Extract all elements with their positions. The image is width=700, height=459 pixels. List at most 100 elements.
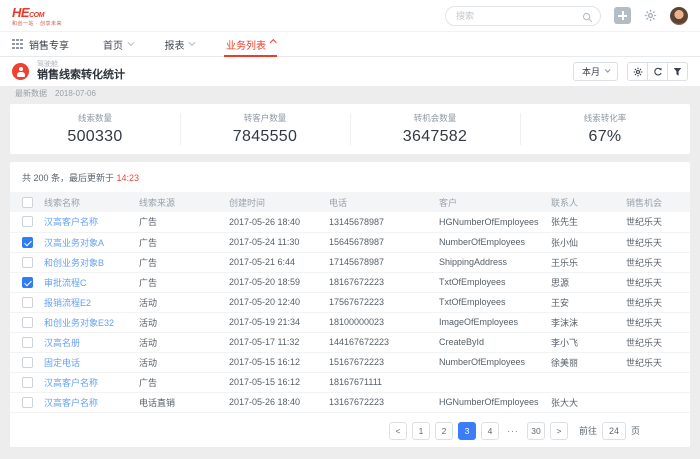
page-button-4[interactable]: 4 xyxy=(481,422,499,440)
tab-home[interactable]: 首页 xyxy=(101,32,135,56)
row-checkbox[interactable] xyxy=(22,237,33,248)
meta-strip: 最新数据 2018-07-06 xyxy=(0,86,700,101)
row-checkbox[interactable] xyxy=(22,357,33,368)
logo-text: HECOM xyxy=(12,5,62,21)
filter-button[interactable] xyxy=(667,62,688,81)
lead-name-link[interactable]: 固定电话 xyxy=(44,358,80,368)
contact-name: 李沫沫 xyxy=(551,318,578,328)
page-title-block: 驾驶舱 销售线索转化统计 xyxy=(12,61,125,82)
created-time: 2017-05-26 18:40 xyxy=(229,217,300,227)
pagination-pages: <1234 ··· 30 > xyxy=(389,422,568,440)
created-time: 2017-05-19 21:34 xyxy=(229,317,300,327)
row-checkbox[interactable] xyxy=(22,337,33,348)
global-search xyxy=(445,6,601,26)
column-header: 销售机会 xyxy=(622,192,690,212)
created-time: 2017-05-21 6:44 xyxy=(229,257,295,267)
table-row: 汉高客户名称电话直销2017-05-26 18:4013167672223HGN… xyxy=(10,392,690,412)
customer-name: NumberOfEmployees xyxy=(439,357,525,367)
lead-name-link[interactable]: 汉高客户名称 xyxy=(44,398,98,408)
period-dropdown[interactable]: 本月 xyxy=(573,62,618,81)
lead-source: 广告 xyxy=(139,278,157,288)
page-body: 线索数量500330转客户数量7845550转机会数量3647582线索转化率6… xyxy=(0,104,700,447)
lead-name-link[interactable]: 报销流程E2 xyxy=(44,298,91,308)
last-updated-time: 14:23 xyxy=(117,173,140,183)
row-checkbox[interactable] xyxy=(22,257,33,268)
settings-gear-button[interactable] xyxy=(644,9,657,22)
tab-business-list[interactable]: 业务列表 xyxy=(224,32,278,56)
row-checkbox[interactable] xyxy=(22,277,33,288)
table-header-row: 线索名称线索来源创建时间电话客户联系人销售机会 xyxy=(10,192,690,212)
tab-label: 业务列表 xyxy=(226,37,266,52)
sales-opportunity: 世纪乐天 xyxy=(626,338,662,348)
kpi-conversion-rate: 线索转化率67% xyxy=(520,104,690,154)
select-all-checkbox[interactable] xyxy=(22,197,33,208)
lead-name-link[interactable]: 汉高客户名称 xyxy=(44,378,98,388)
column-header: 线索来源 xyxy=(135,192,225,212)
lead-name-link[interactable]: 和创业务对象B xyxy=(44,258,104,268)
contact-name: 张先生 xyxy=(551,217,578,227)
customer-name: ImageOfEmployees xyxy=(439,317,518,327)
pagination: <1234···30> 前往 页 xyxy=(10,422,690,440)
table-row: 审批流程C广告2017-05-20 18:5918167672223TxtOfE… xyxy=(10,272,690,292)
row-checkbox[interactable] xyxy=(22,297,33,308)
navbar: 销售专享 首页报表业务列表 xyxy=(0,32,700,57)
sales-opportunity: 世纪乐天 xyxy=(626,258,662,268)
lead-name-link[interactable]: 汉高业务对象A xyxy=(44,238,104,248)
next-page-button[interactable]: > xyxy=(550,422,568,440)
created-time: 2017-05-26 18:40 xyxy=(229,397,300,407)
topbar-actions xyxy=(445,6,688,26)
created-time: 2017-05-15 16:12 xyxy=(229,357,300,367)
customer-name: ShippingAddress xyxy=(439,257,507,267)
contact-name: 张大大 xyxy=(551,398,578,408)
contact-name: 思源 xyxy=(551,278,569,288)
chevron-down-icon xyxy=(189,39,195,45)
lead-name-link[interactable]: 汉高名册 xyxy=(44,338,80,348)
add-button[interactable] xyxy=(614,7,631,24)
page-button-1[interactable]: 1 xyxy=(412,422,430,440)
lead-name-link[interactable]: 审批流程C xyxy=(44,278,87,288)
kpi-value: 3647582 xyxy=(403,128,467,146)
lead-name-link[interactable]: 和创业务对象E32 xyxy=(44,318,114,328)
filter-funnel-icon xyxy=(673,67,682,77)
column-header: 创建时间 xyxy=(225,192,325,212)
kpi-label: 线索数量 xyxy=(78,112,112,124)
page-header: 驾驶舱 销售线索转化统计 本月 xyxy=(0,57,700,86)
refresh-button[interactable] xyxy=(647,62,668,81)
chevron-up-icon xyxy=(270,39,276,45)
tab-reports[interactable]: 报表 xyxy=(162,32,196,56)
row-checkbox[interactable] xyxy=(22,317,33,328)
phone-number: 18167671111 xyxy=(329,377,382,387)
table-row: 汉高客户名称广告2017-05-15 16:1218167671111 xyxy=(10,372,690,392)
prev-page-button[interactable]: < xyxy=(389,422,407,440)
page-button-30[interactable]: 30 xyxy=(527,422,545,440)
goto-page-input[interactable] xyxy=(602,422,626,440)
settings-button[interactable] xyxy=(627,62,648,81)
table-row: 汉高客户名称广告2017-05-26 18:4013145678987HGNum… xyxy=(10,212,690,232)
category-label: 驾驶舱 xyxy=(37,61,125,69)
customer-name: HGNumberOfEmployees xyxy=(439,397,539,407)
row-checkbox[interactable] xyxy=(22,397,33,408)
lead-source: 广告 xyxy=(139,217,157,227)
kpi-label: 转客户数量 xyxy=(244,112,287,124)
page-ellipsis: ··· xyxy=(504,422,522,440)
row-checkbox[interactable] xyxy=(22,377,33,388)
lead-name-link[interactable]: 汉高客户名称 xyxy=(44,217,98,227)
customer-name: CreateById xyxy=(439,337,484,347)
page-button-3[interactable]: 3 xyxy=(458,422,476,440)
customer-name: TxtOfEmployees xyxy=(439,297,506,307)
phone-number: 13167672223 xyxy=(329,397,384,407)
user-avatar[interactable] xyxy=(670,7,688,25)
toolbar-button-group xyxy=(627,62,688,81)
kpi-converted-customers: 转客户数量7845550 xyxy=(180,104,350,154)
apps-grid-icon[interactable] xyxy=(12,39,23,50)
tab-label: 首页 xyxy=(103,37,123,52)
latest-data-label: 最新数据 xyxy=(15,88,47,99)
page-button-2[interactable]: 2 xyxy=(435,422,453,440)
row-checkbox[interactable] xyxy=(22,216,33,227)
search-input[interactable] xyxy=(445,6,601,26)
contact-name: 王乐乐 xyxy=(551,258,578,268)
table-row: 和创业务对象B广告2017-05-21 6:4417145678987Shipp… xyxy=(10,252,690,272)
kpi-leads-count: 线索数量500330 xyxy=(10,104,180,154)
phone-number: 15645678987 xyxy=(329,237,384,247)
lead-source: 广告 xyxy=(139,238,157,248)
